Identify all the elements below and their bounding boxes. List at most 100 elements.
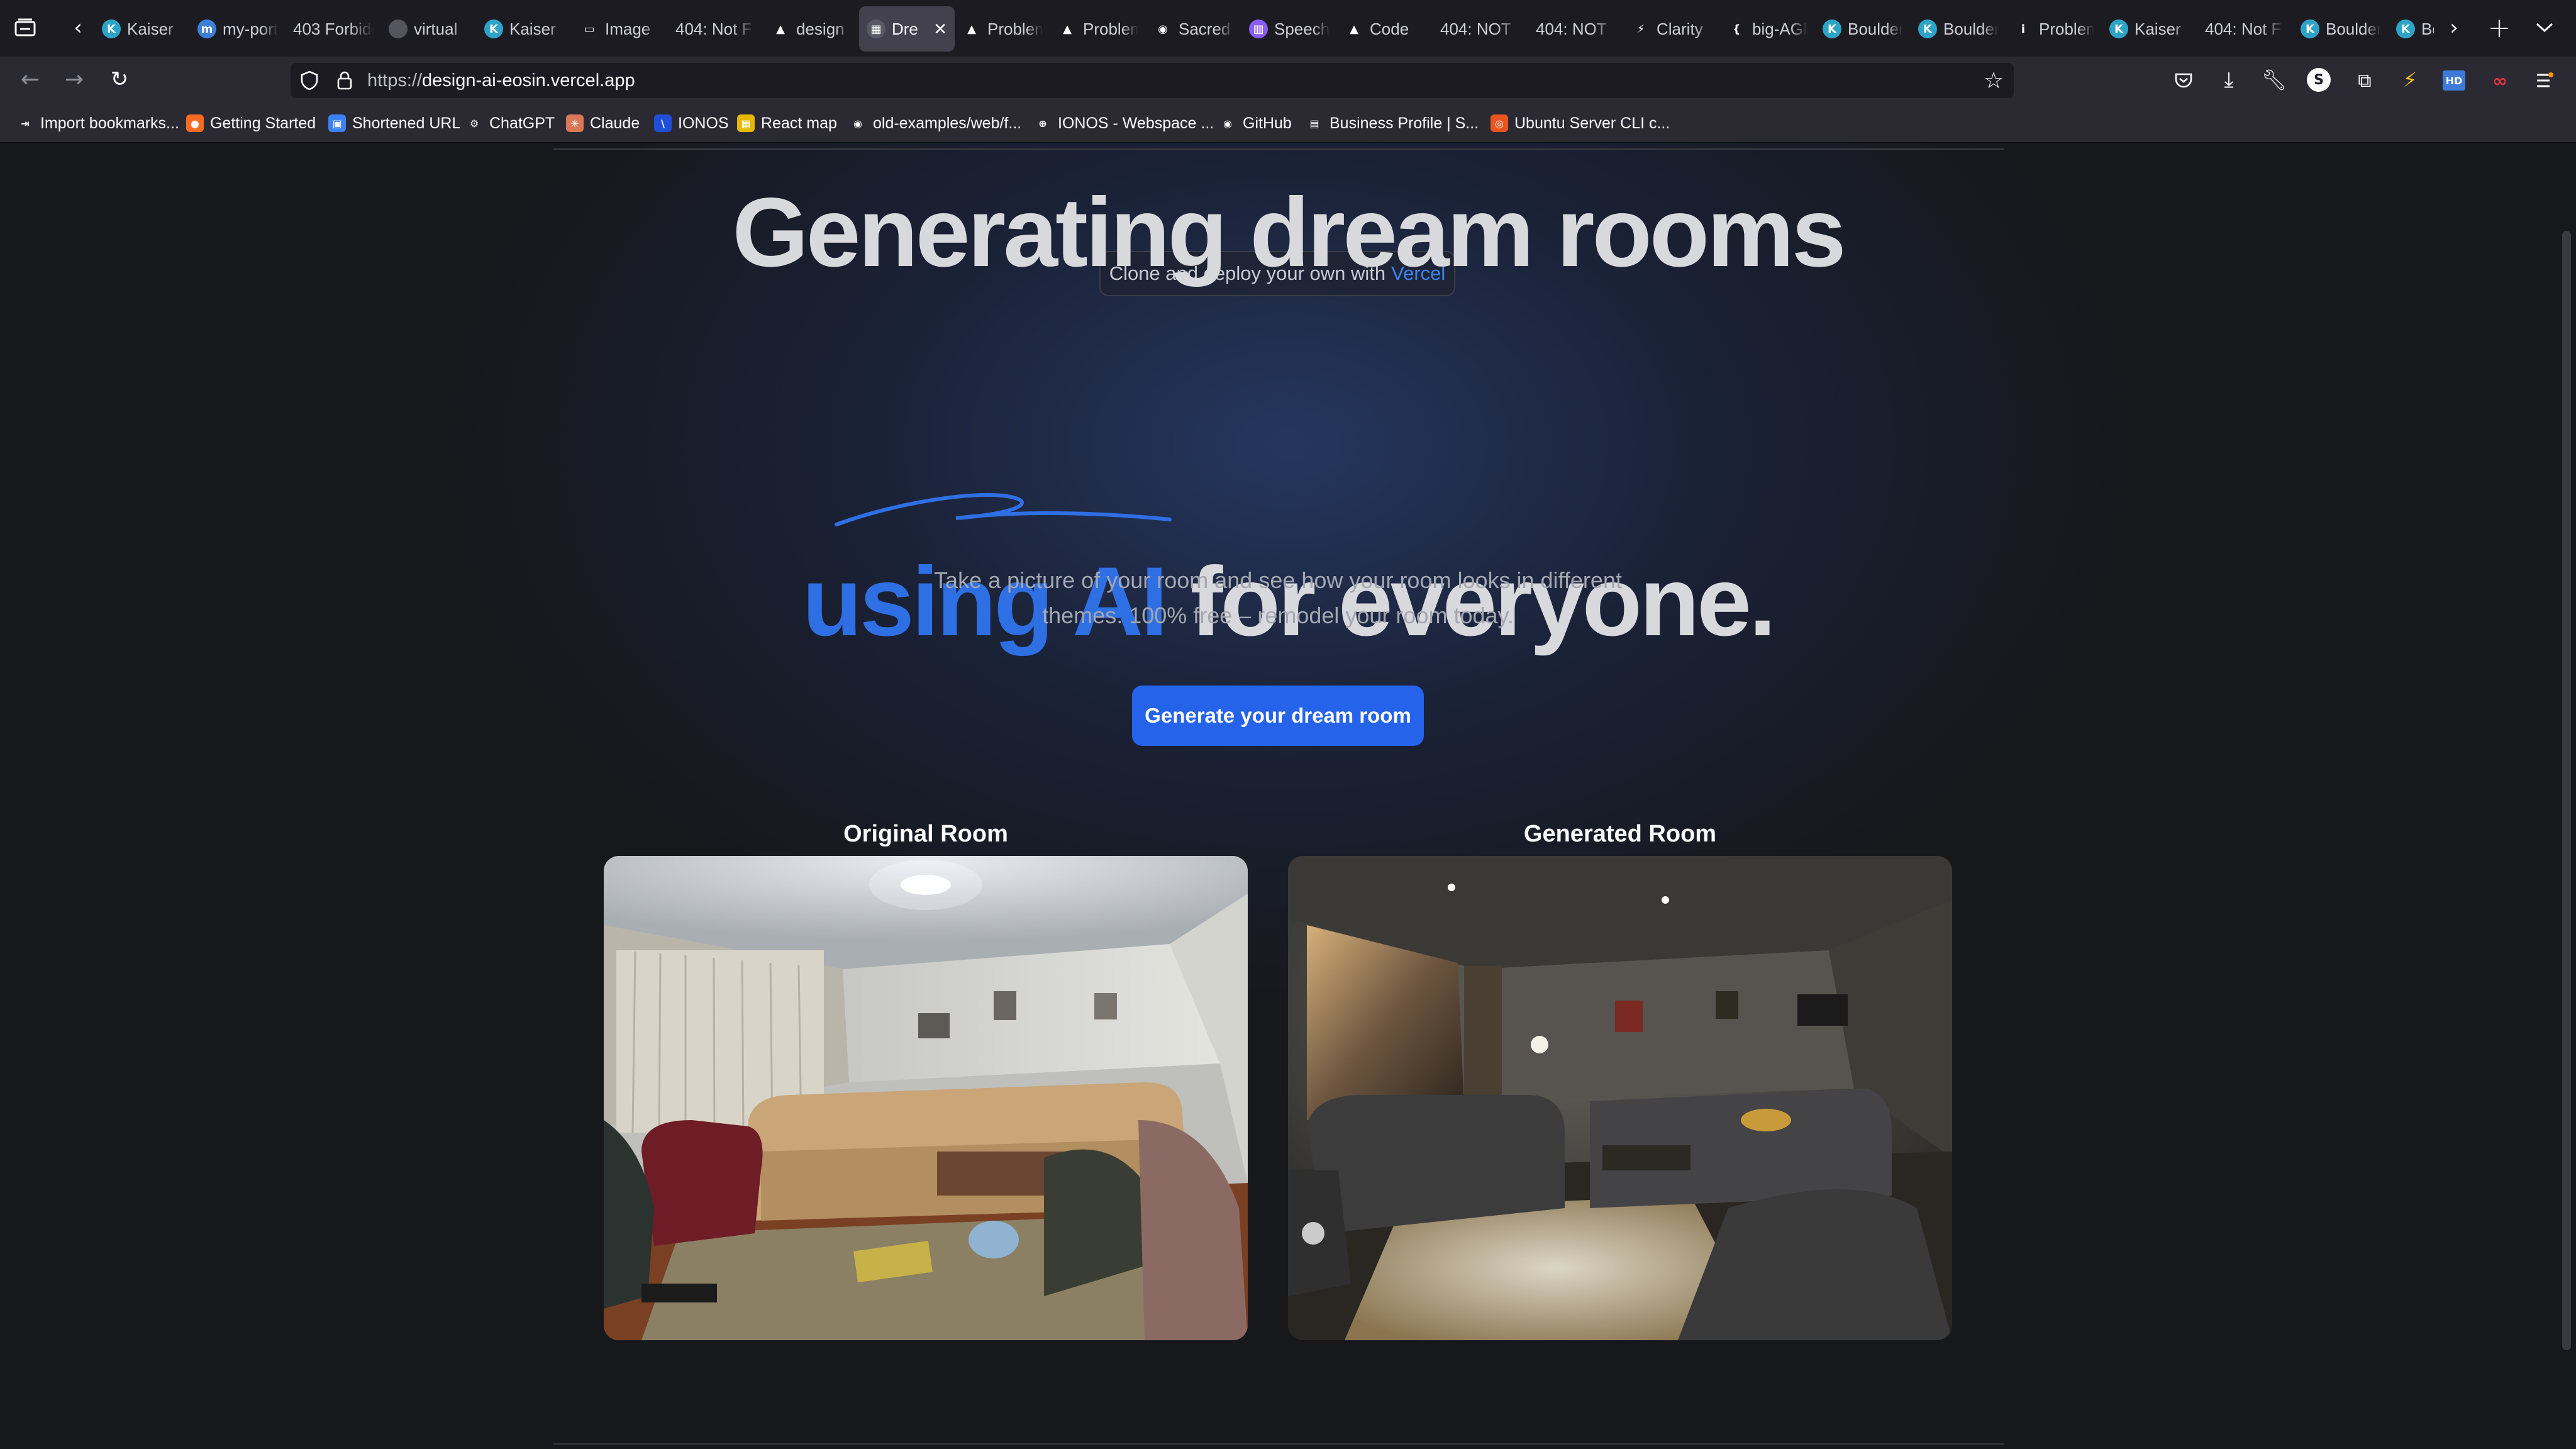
browser-tab[interactable]: K Bo xyxy=(2389,6,2434,52)
browser-tab[interactable]: 404: NOT xyxy=(1433,6,1528,52)
tab-bar: ‹ K Kaiser m my-portfolio 403 Forbidden virtu… xyxy=(0,0,2576,57)
bookmark-label: Getting Started xyxy=(210,114,316,132)
browser-tab[interactable]: ▥ Speech xyxy=(1241,6,1337,52)
tab-list-icon[interactable] xyxy=(13,15,38,40)
firefox-icon: ● xyxy=(186,114,204,132)
browser-tab[interactable]: i Problem xyxy=(2006,6,2102,52)
tab-title: 403 Forbidden xyxy=(293,19,374,38)
tab-favicon-icon: ▲ xyxy=(1350,22,1358,36)
browser-tab[interactable]: ▭ Image xyxy=(572,6,668,52)
bookmark-star-icon[interactable]: ☆ xyxy=(1981,68,2006,94)
browser-tab[interactable]: {big-AGI xyxy=(1719,6,1815,52)
bookmark-item[interactable]: ▤ Business Profile | S... xyxy=(1306,111,1479,136)
bookmark-item[interactable]: ✳ Claude xyxy=(566,111,640,136)
browser-tab[interactable]: 404: Not F xyxy=(2197,6,2293,52)
bookmark-item[interactable]: ⚙ ChatGPT xyxy=(465,111,555,136)
lightning-extension-icon[interactable]: ⚡︎ xyxy=(2397,67,2423,93)
bookmark-item[interactable]: ◉ old-examples/web/f... xyxy=(849,111,1021,136)
bookmark-item[interactable]: \ IONOS xyxy=(654,111,729,136)
tab-favicon-icon: ◉ xyxy=(1158,22,1168,36)
browser-tab[interactable]: ▲ Problem xyxy=(955,6,1050,52)
bookmark-label: Ubuntu Server CLI c... xyxy=(1514,114,1670,132)
browser-tab[interactable]: ⚡ Clarity xyxy=(1624,6,1719,52)
bookmark-item[interactable]: ◉ GitHub xyxy=(1219,111,1292,136)
scroll-tabs-right-icon[interactable]: › xyxy=(2441,14,2467,42)
browser-tab[interactable]: K Kaiser xyxy=(2102,6,2197,52)
tab-favicon-icon: ⚡ xyxy=(1636,22,1645,36)
browser-tab[interactable]: ◉ Sacred xyxy=(1146,6,1241,52)
browser-tab[interactable]: 403 Forbidden xyxy=(286,6,381,52)
bookmark-item[interactable]: ▦ React map xyxy=(737,111,837,136)
claude-icon: ✳ xyxy=(566,114,584,132)
bookmark-label: Business Profile | S... xyxy=(1330,114,1479,132)
tab-overflow-chevron-down-icon[interactable] xyxy=(2532,15,2557,40)
pocket-icon[interactable] xyxy=(2171,68,2196,93)
browser-tab[interactable]: 404: Not F xyxy=(668,6,763,52)
browser-tab[interactable]: K Boulder xyxy=(2293,6,2389,52)
tab-title: Boulder xyxy=(1848,19,1903,38)
tab-title: Problem xyxy=(987,19,1043,38)
map-icon: ▦ xyxy=(737,114,755,132)
tracking-protection-shield-icon[interactable] xyxy=(298,69,321,92)
bookmark-label: old-examples/web/f... xyxy=(873,114,1022,132)
browser-tab[interactable]: K Boulder xyxy=(1911,6,2006,52)
browser-tab[interactable]: virtual xyxy=(381,6,477,52)
bookmark-item[interactable]: ● Getting Started xyxy=(186,111,316,136)
tab-title: Clarity xyxy=(1657,19,1703,38)
browser-tab[interactable]: K Kaiser xyxy=(477,6,572,52)
tab-title: big-AGI xyxy=(1752,19,1807,38)
browser-tab[interactable]: ▲ Problem xyxy=(1050,6,1146,52)
header-divider xyxy=(553,148,2004,150)
globe-icon: ⊕ xyxy=(1038,117,1047,130)
bookmark-label: IONOS xyxy=(678,114,729,132)
browser-tab[interactable]: ▦ Dre ✕ xyxy=(859,6,955,52)
tab-title: design xyxy=(796,19,845,38)
bookmark-label: GitHub xyxy=(1243,114,1292,132)
tab-favicon-icon: ▲ xyxy=(967,22,976,36)
tab-favicon-icon: i xyxy=(2021,22,2026,36)
tab-favicon-icon xyxy=(389,19,408,38)
page-scrollbar[interactable] xyxy=(2562,231,2571,1350)
close-tab-icon[interactable]: ✕ xyxy=(933,19,947,39)
forward-arrow-icon[interactable]: → xyxy=(60,65,88,93)
extensions-puzzle-icon[interactable]: ⧉ xyxy=(2352,68,2377,93)
downloads-icon[interactable]: ⤓ xyxy=(2216,67,2241,93)
reload-icon[interactable]: ↻ xyxy=(106,65,133,93)
browser-tab[interactable]: K Boulder xyxy=(1815,6,1911,52)
red-extension-icon[interactable]: ∞ xyxy=(2488,69,2512,92)
github-icon: ◉ xyxy=(1223,117,1232,130)
bookmark-label: IONOS - Webspace ... xyxy=(1058,114,1214,132)
bookmark-label: React map xyxy=(761,114,837,132)
account-avatar-icon[interactable]: S xyxy=(2307,68,2331,92)
app-menu-icon[interactable] xyxy=(2532,68,2557,93)
tab-favicon-icon: K xyxy=(2301,19,2319,38)
developer-tools-wrench-icon[interactable]: 🔧︎ xyxy=(2262,67,2287,93)
tab-title: 404: Not F xyxy=(675,19,752,38)
new-tab-icon[interactable]: + xyxy=(2485,12,2513,44)
browser-tab[interactable]: ▲ design xyxy=(763,6,859,52)
bookmark-item[interactable]: ⊕ IONOS - Webspace ... xyxy=(1034,111,1214,136)
scroll-tabs-left-icon[interactable]: ‹ xyxy=(65,14,91,42)
browser-tab[interactable]: 404: NOT xyxy=(1528,6,1624,52)
bookmark-item[interactable]: ⇥ Import bookmarks... xyxy=(16,111,179,136)
bookmark-label: ChatGPT xyxy=(489,114,555,132)
bookmark-item[interactable]: ▣ Shortened URL xyxy=(328,111,460,136)
tab-favicon-icon: K xyxy=(1918,19,1937,38)
tab-title: Boulder xyxy=(1943,19,1999,38)
padlock-icon[interactable] xyxy=(333,69,356,92)
github-icon: ◉ xyxy=(853,117,862,130)
url-scheme: https:// xyxy=(367,70,423,91)
hd-extension-icon[interactable]: HD xyxy=(2443,70,2465,91)
browser-tab[interactable]: ▲ Code xyxy=(1337,6,1433,52)
bookmark-label: Claude xyxy=(590,114,640,132)
page-viewport: Clone and deploy your own with Vercel Ge… xyxy=(0,143,2576,1449)
url-host: design-ai-eosin.vercel.app xyxy=(422,70,635,91)
back-arrow-icon[interactable]: ← xyxy=(16,65,44,93)
bookmark-item[interactable]: ◎ Ubuntu Server CLI c... xyxy=(1491,111,1670,136)
tab-title: Image xyxy=(605,19,651,38)
generate-dream-room-button[interactable]: Generate your dream room xyxy=(1132,686,1424,746)
browser-tab[interactable]: m my-portfolio xyxy=(190,6,286,52)
browser-tab[interactable]: K Kaiser xyxy=(94,6,190,52)
tab-title: Boulder xyxy=(2326,19,2381,38)
url-text[interactable]: https://design-ai-eosin.vercel.app xyxy=(367,69,635,92)
